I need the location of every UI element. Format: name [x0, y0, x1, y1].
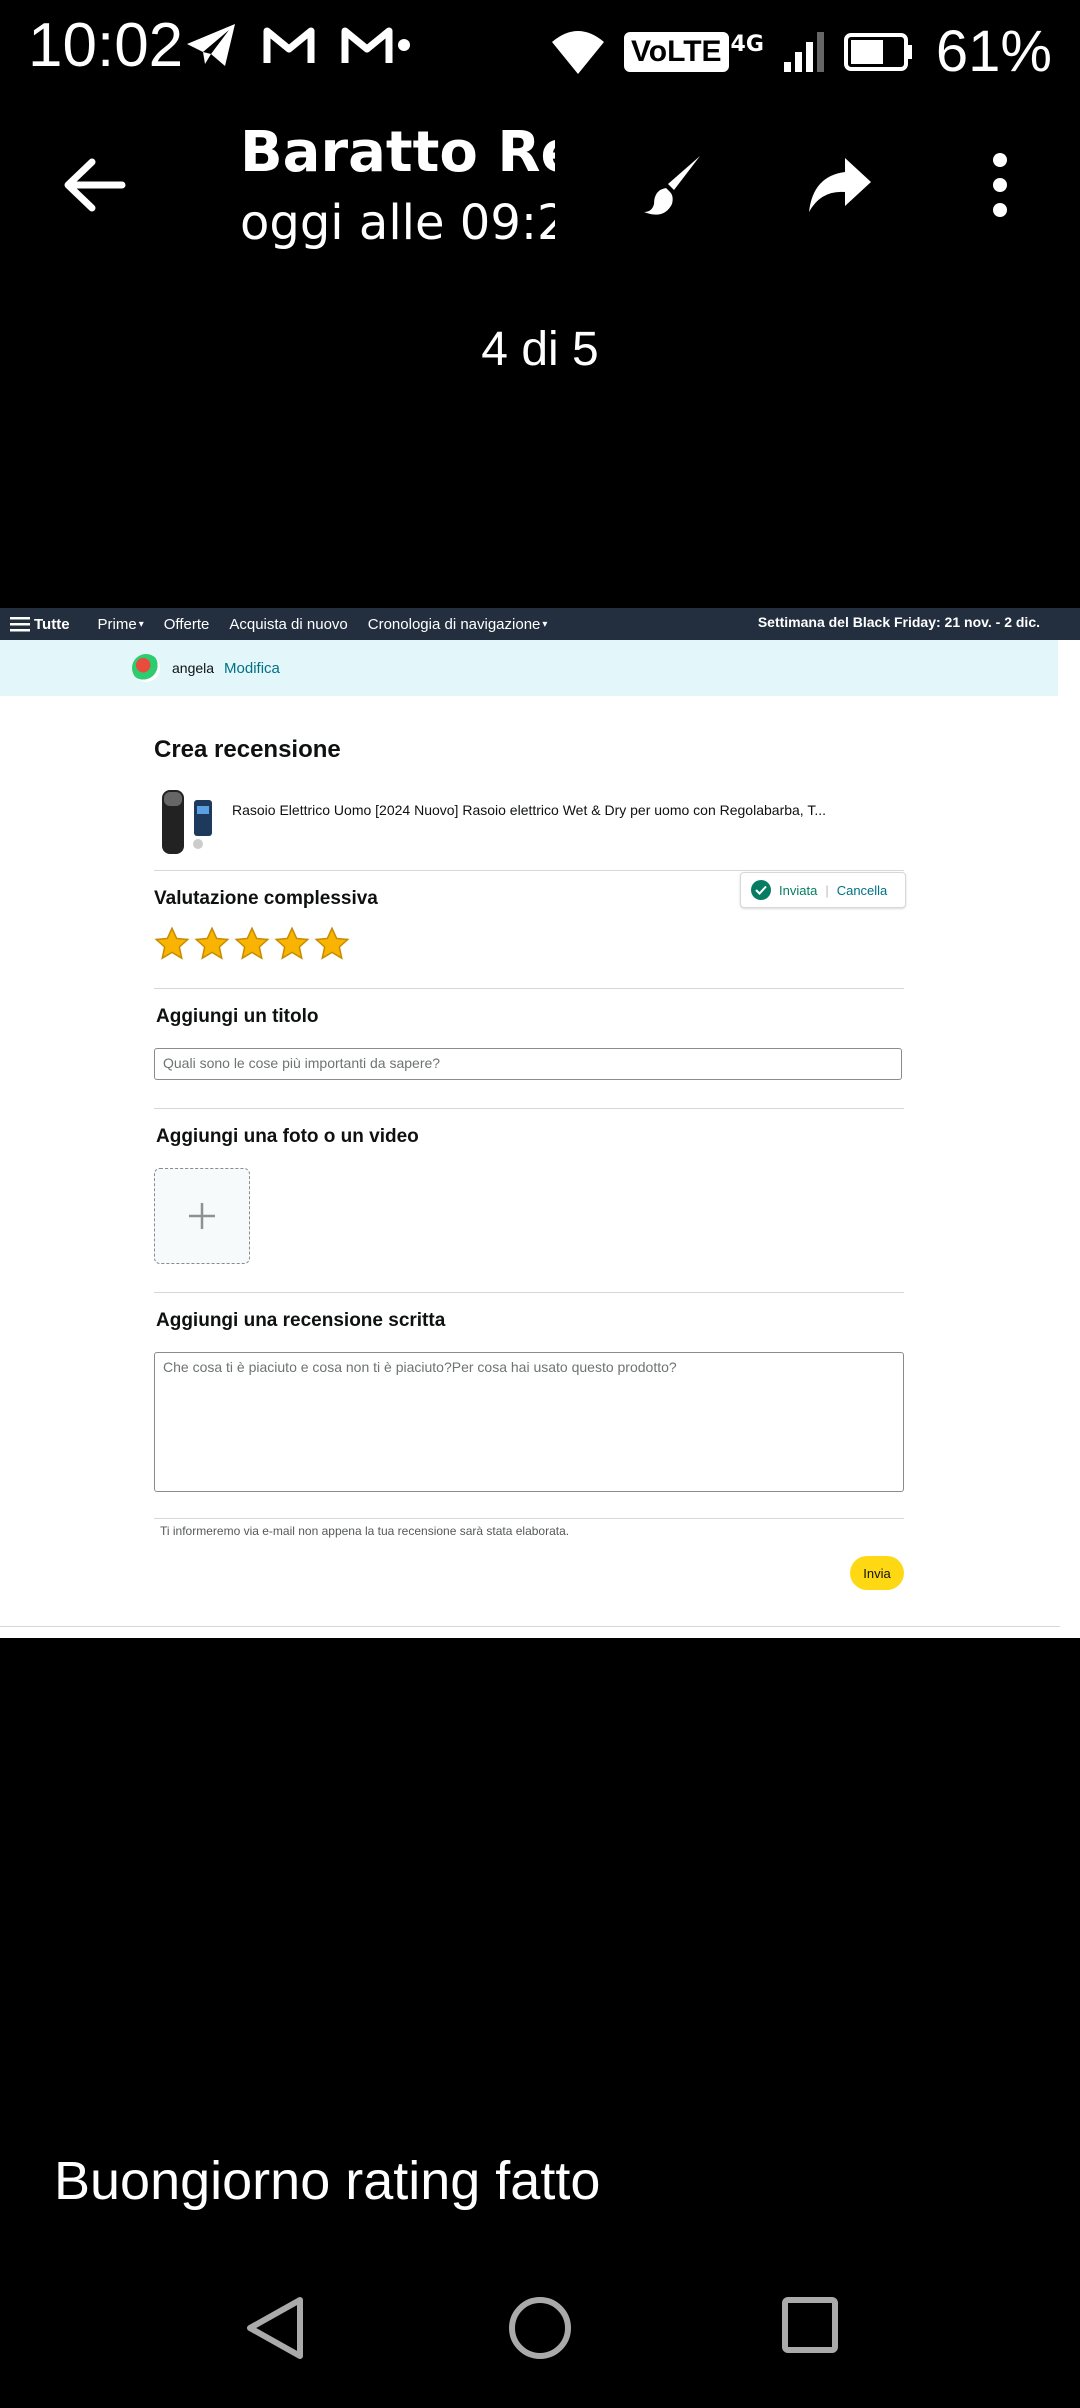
- divider: [0, 1626, 1060, 1627]
- title-label: Aggiungi un titolo: [156, 1006, 319, 1027]
- system-status-icons: VoLTE 4G 61%: [550, 18, 1052, 85]
- star-icon: [154, 926, 190, 960]
- battery-percent: 61%: [935, 19, 1052, 84]
- media-label: Aggiungi una foto o un video: [156, 1126, 419, 1147]
- nav-buy-again: Acquista di nuovo: [229, 615, 348, 633]
- email-note: Ti informeremo via e-mail non appena la …: [160, 1524, 570, 1538]
- volte-badge: VoLTE 4G: [623, 31, 764, 72]
- check-icon: [751, 880, 771, 900]
- more-vert-icon[interactable]: [975, 150, 1025, 220]
- wifi-icon: [551, 30, 604, 74]
- divider: [154, 870, 904, 871]
- product-name: Rasoio Elettrico Uomo [2024 Nuovo] Rasoi…: [232, 802, 826, 818]
- nav-all: Tutte: [34, 615, 70, 633]
- cancel-link: Cancella: [836, 882, 888, 898]
- add-media-button: [154, 1168, 250, 1264]
- plus-icon: [189, 1203, 215, 1229]
- star-icon: [314, 926, 350, 960]
- image-caption: Buongiorno rating fatto: [54, 2151, 601, 2211]
- hamburger-icon: [10, 617, 30, 632]
- nav-offers: Offerte: [163, 615, 210, 633]
- divider: [154, 988, 904, 989]
- share-icon[interactable]: [805, 150, 875, 220]
- divider: [154, 1518, 904, 1519]
- chat-subtitle: oggi alle 09:22: [240, 195, 555, 251]
- image-counter: 4 di 5: [481, 323, 599, 376]
- separator: |: [825, 882, 829, 898]
- avatar: [132, 654, 160, 682]
- username: angela: [172, 660, 215, 676]
- status-sent: Inviata: [779, 882, 818, 898]
- divider: [154, 1292, 904, 1293]
- page-title: Crea recensione: [154, 736, 341, 763]
- signal-icon: [783, 31, 824, 72]
- rating-label: Valutazione complessiva: [154, 888, 378, 909]
- back-triangle-icon[interactable]: [240, 2292, 310, 2364]
- notification-dot-icon: [398, 39, 410, 51]
- edit-profile-link: Modifica: [224, 659, 280, 677]
- divider: [154, 1108, 904, 1109]
- review-text-input: Che cosa ti è piaciuto e cosa non ti è p…: [154, 1352, 904, 1492]
- user-bar: angela Modifica: [0, 640, 1058, 696]
- review-title-input: Quali sono le cose più importanti da sap…: [154, 1048, 902, 1080]
- chat-title: Baratto Rec: [240, 120, 555, 185]
- status-time: 10:02: [28, 11, 184, 80]
- recents-square-icon[interactable]: [780, 2295, 840, 2355]
- review-status-badge: Inviata | Cancella: [740, 872, 906, 908]
- review-text-label: Aggiungi una recensione scritta: [156, 1310, 446, 1331]
- nav-history: Cronologia di navigazione: [367, 615, 541, 633]
- gmail-icon: [263, 27, 315, 63]
- star-rating: [154, 926, 350, 962]
- submit-button: Invia: [850, 1556, 904, 1590]
- telegram-icon: [187, 24, 235, 66]
- network-gen-label: 4G: [730, 31, 764, 57]
- product-thumbnail: [162, 790, 212, 854]
- brush-icon[interactable]: [640, 150, 710, 220]
- amazon-nav-bar: Tutte Prime ▾ Offerte Acquista di nuovo …: [0, 608, 1080, 640]
- volte-label: VoLTE: [623, 31, 729, 72]
- back-arrow-icon[interactable]: [60, 150, 130, 220]
- chat-title-area: Baratto Rec oggi alle 09:22: [240, 120, 555, 270]
- shared-screenshot[interactable]: Tutte Prime ▾ Offerte Acquista di nuovo …: [0, 608, 1080, 1638]
- nav-prime: Prime: [97, 615, 137, 633]
- chevron-down-icon: ▾: [542, 618, 548, 630]
- chevron-down-icon: ▾: [138, 618, 144, 630]
- star-icon: [234, 926, 270, 960]
- gmail-icon: [341, 27, 393, 63]
- nav-promo: Settimana del Black Friday: 21 nov. - 2 …: [757, 614, 1040, 630]
- star-icon: [274, 926, 310, 960]
- star-icon: [194, 926, 230, 960]
- home-circle-icon[interactable]: [505, 2292, 575, 2364]
- notification-icons: [185, 22, 411, 68]
- battery-icon: [843, 32, 912, 71]
